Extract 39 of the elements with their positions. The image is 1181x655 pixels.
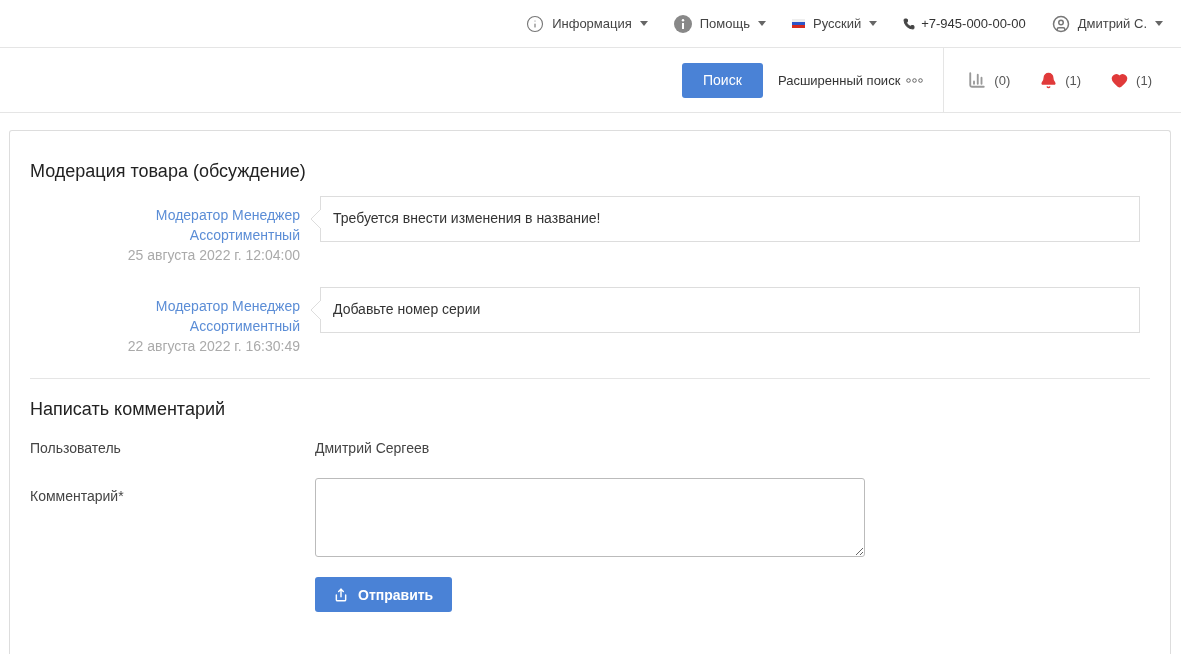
share-icon [334, 587, 348, 602]
counter-link[interactable]: (1) [1111, 71, 1152, 89]
submit-button[interactable]: Отправить [315, 577, 453, 612]
phone-icon [903, 17, 916, 30]
heart-icon [1111, 71, 1129, 89]
bubble-pointer [311, 300, 321, 320]
message-date: 25 августа 2022 г. 12:04:00 [127, 246, 300, 265]
message-bubble: Требуется внести изменения в название! [320, 196, 1140, 242]
section-title: Модерация товара (обсуждение) [30, 161, 307, 182]
bar-chart-icon [968, 71, 987, 89]
menu-link[interactable]: Помощь [673, 14, 766, 33]
phone-number: +7-945-000-00-00 [921, 16, 1026, 31]
info-icon [526, 14, 545, 33]
menu-link[interactable]: Русский [791, 16, 878, 31]
field-label: Пользователь [30, 440, 122, 456]
user-name: Дмитрий Сергеев [315, 440, 430, 456]
user-menu[interactable]: Дмитрий С. [1051, 14, 1163, 33]
dots-icon [906, 77, 924, 83]
caret-icon [757, 21, 766, 26]
author-link[interactable]: Модератор Менеджер Ассортиментный [130, 205, 300, 245]
counter-link[interactable]: (0) [968, 71, 1011, 89]
advanced-search-link[interactable]: Расширенный поиск [777, 72, 924, 88]
bubble-pointer [311, 209, 321, 229]
message-bubble: Добавьте номер серии [320, 287, 1140, 333]
comment-field[interactable] [315, 478, 865, 557]
search-button[interactable]: Поиск [681, 62, 763, 98]
info-icon [673, 14, 692, 33]
flag-icon [791, 19, 805, 28]
author-link[interactable]: Модератор Менеджер Ассортиментный [130, 296, 300, 336]
section-title: Написать комментарий [30, 399, 226, 420]
caret-icon [639, 21, 648, 26]
message-date: 22 августа 2022 г. 16:30:49 [127, 337, 300, 356]
menu-link[interactable]: Информация [526, 14, 648, 33]
field-label: Комментарий* [30, 488, 125, 504]
caret-icon [869, 21, 878, 26]
counter-link[interactable]: (1) [1040, 71, 1082, 89]
user-icon [1051, 14, 1070, 33]
caret-icon [1155, 21, 1163, 26]
bell-icon [1040, 71, 1058, 89]
